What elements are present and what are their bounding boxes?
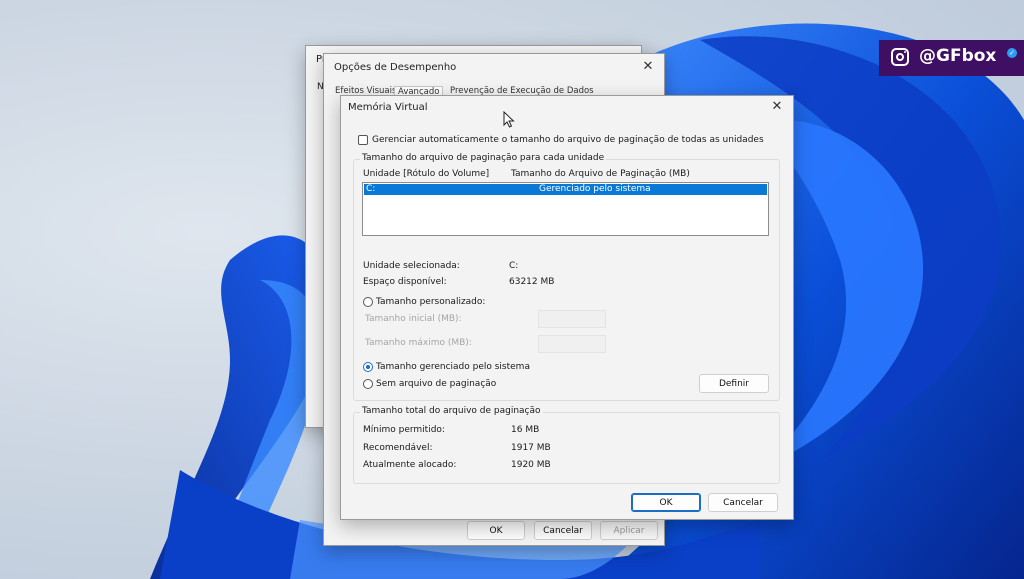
cancel-button[interactable]: Cancelar bbox=[534, 521, 592, 540]
window-title: Opções de Desempenho bbox=[334, 62, 457, 73]
column-size: Tamanho do Arquivo de Paginação (MB) bbox=[511, 169, 690, 179]
max-size-input[interactable] bbox=[538, 335, 606, 353]
system-managed-label[interactable]: Tamanho gerenciado pelo sistema bbox=[376, 362, 530, 372]
custom-size-label[interactable]: Tamanho personalizado: bbox=[376, 297, 485, 307]
recommended-value: 1917 MB bbox=[511, 443, 551, 453]
free-space-value: 63212 MB bbox=[509, 277, 555, 287]
instagram-icon bbox=[891, 48, 909, 66]
dialog-title: Memória Virtual bbox=[348, 102, 428, 113]
list-item[interactable]: C: Gerenciado pelo sistema bbox=[364, 184, 767, 195]
set-button[interactable]: Definir bbox=[699, 374, 769, 393]
no-paging-label[interactable]: Sem arquivo de paginação bbox=[376, 379, 496, 389]
title-bar: Memória Virtual ✕ bbox=[341, 96, 793, 124]
title-bar: Opções de Desempenho ✕ bbox=[324, 54, 664, 82]
watermark-badge: @GFbox ✓ bbox=[879, 40, 1024, 76]
allocated-value: 1920 MB bbox=[511, 460, 551, 470]
column-drive: Unidade [Rótulo do Volume] bbox=[363, 169, 490, 179]
allocated-label: Atualmente alocado: bbox=[363, 460, 457, 470]
min-allowed-label: Mínimo permitido: bbox=[363, 425, 445, 435]
mouse-cursor-icon bbox=[503, 111, 515, 128]
apply-button[interactable]: Aplicar bbox=[600, 521, 658, 540]
group-label: Tamanho total do arquivo de paginação bbox=[360, 406, 543, 416]
close-icon[interactable]: ✕ bbox=[638, 58, 658, 76]
no-paging-radio[interactable] bbox=[363, 379, 373, 389]
custom-size-radio[interactable] bbox=[363, 297, 373, 307]
verified-check-icon: ✓ bbox=[1007, 48, 1017, 58]
free-space-label: Espaço disponível: bbox=[363, 277, 447, 287]
row-size: Gerenciado pelo sistema bbox=[539, 184, 651, 194]
system-managed-radio[interactable] bbox=[363, 362, 373, 372]
auto-manage-checkbox[interactable] bbox=[358, 135, 368, 145]
initial-size-input[interactable] bbox=[538, 310, 606, 328]
drive-list[interactable]: C: Gerenciado pelo sistema bbox=[362, 182, 769, 236]
ok-button[interactable]: OK bbox=[631, 493, 701, 512]
close-icon[interactable]: ✕ bbox=[767, 98, 787, 116]
selected-drive-value: C: bbox=[509, 261, 519, 271]
ok-button[interactable]: OK bbox=[467, 521, 525, 540]
min-allowed-value: 16 MB bbox=[511, 425, 540, 435]
max-size-label: Tamanho máximo (MB): bbox=[365, 338, 472, 348]
selected-drive-label: Unidade selecionada: bbox=[363, 261, 460, 271]
initial-size-label: Tamanho inicial (MB): bbox=[365, 314, 462, 324]
recommended-label: Recomendável: bbox=[363, 443, 433, 453]
total-size-group: Tamanho total do arquivo de paginação Mí… bbox=[353, 406, 780, 484]
virtual-memory-dialog: Memória Virtual ✕ Gerenciar automaticame… bbox=[340, 95, 794, 520]
group-label: Tamanho do arquivo de paginação para cad… bbox=[360, 153, 607, 163]
watermark-handle: @GFbox bbox=[919, 46, 997, 66]
auto-manage-label[interactable]: Gerenciar automaticamente o tamanho do a… bbox=[372, 135, 764, 145]
per-drive-group: Tamanho do arquivo de paginação para cad… bbox=[353, 153, 780, 401]
row-drive: C: bbox=[366, 184, 376, 194]
cancel-button[interactable]: Cancelar bbox=[708, 493, 778, 512]
